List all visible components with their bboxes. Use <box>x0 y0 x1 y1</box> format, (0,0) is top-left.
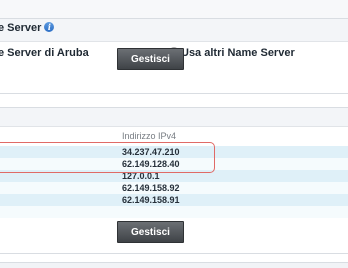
radio-option-aruba-label: e Server di Aruba <box>0 47 89 59</box>
dns-panel-header <box>0 108 348 127</box>
radio-option-altri[interactable]: Usa altri Name Server <box>169 47 295 59</box>
radio-option-aruba[interactable]: e Server di Aruba <box>0 47 89 59</box>
gestisci-name-server-button[interactable]: Gestisci <box>117 48 184 70</box>
ipv4-cell: 62.149.158.91 <box>122 195 180 205</box>
table-row-empty <box>0 206 348 218</box>
info-icon[interactable]: i <box>44 22 55 33</box>
gestisci-dns-button[interactable]: Gestisci <box>117 221 184 243</box>
ipv4-cell: 62.149.158.92 <box>122 183 180 193</box>
name-server-title: e Server i <box>0 22 55 34</box>
name-server-panel-header: e Server i <box>0 19 348 42</box>
radio-option-altri-label: Usa altri Name Server <box>181 47 295 59</box>
name-server-title-text: e Server <box>0 22 42 34</box>
page: e Server i e Server di Aruba Usa altri Na… <box>0 0 348 268</box>
highlight-annotation <box>0 142 215 173</box>
bottom-divider <box>0 262 348 268</box>
table-row: 62.149.158.91 <box>0 194 348 206</box>
table-row: 62.149.158.92 <box>0 182 348 194</box>
top-spacer <box>0 0 348 18</box>
column-header-ipv4: Indirizzo IPv4 <box>122 131 177 141</box>
